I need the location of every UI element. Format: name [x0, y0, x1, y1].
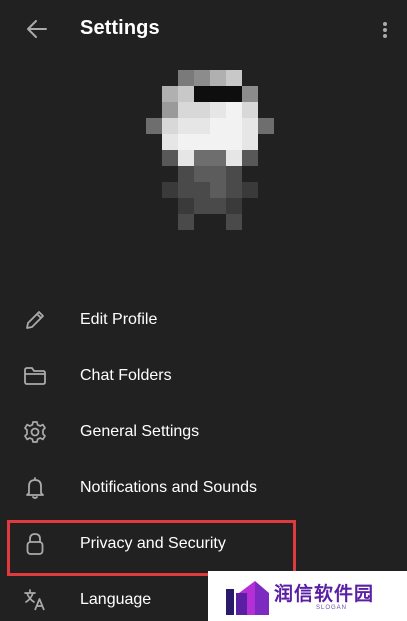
avatar-pixel	[162, 182, 178, 198]
avatar-pixel	[194, 166, 210, 182]
watermark: 润信软件园 SLOGAN	[208, 571, 407, 621]
avatar-pixel	[178, 118, 194, 134]
avatar-pixel	[178, 86, 194, 102]
avatar-pixel	[226, 86, 242, 102]
avatar-pixel	[226, 102, 242, 118]
avatar-pixel	[210, 102, 226, 118]
avatar-pixel	[226, 198, 242, 214]
menu-item-label: Chat Folders	[80, 367, 172, 384]
avatar-pixel	[210, 70, 226, 86]
more-vertical-icon	[383, 22, 387, 38]
brand-logo-icon	[226, 581, 269, 615]
avatar-pixel	[210, 134, 226, 150]
avatar-pixel	[162, 102, 178, 118]
avatar[interactable]	[146, 70, 274, 266]
avatar-pixel	[178, 134, 194, 150]
avatar-pixel	[226, 150, 242, 166]
avatar-pixel	[162, 150, 178, 166]
avatar-pixel	[226, 182, 242, 198]
avatar-pixel	[210, 118, 226, 134]
avatar-pixel	[210, 182, 226, 198]
avatar-pixel	[194, 118, 210, 134]
settings-screen: Settings Edit Profile Chat Folders Gener…	[0, 0, 407, 621]
folder-icon	[22, 364, 48, 388]
bell-icon	[22, 476, 48, 500]
menu-item-general-settings[interactable]: General Settings	[0, 404, 407, 460]
more-options-button[interactable]	[375, 17, 395, 43]
avatar-pixel	[194, 134, 210, 150]
avatar-pixel	[194, 150, 210, 166]
avatar-pixel	[226, 134, 242, 150]
avatar-pixel	[210, 150, 226, 166]
avatar-pixel	[226, 70, 242, 86]
menu-item-label: Notifications and Sounds	[80, 479, 257, 496]
menu-item-label: Edit Profile	[80, 311, 158, 328]
avatar-pixel	[178, 70, 194, 86]
gear-icon	[22, 420, 48, 444]
avatar-pixel	[210, 86, 226, 102]
back-button[interactable]	[21, 16, 53, 42]
avatar-pixel	[242, 102, 258, 118]
avatar-pixel	[194, 198, 210, 214]
menu-item-edit-profile[interactable]: Edit Profile	[0, 292, 407, 348]
avatar-pixel	[242, 86, 258, 102]
avatar-pixel	[210, 198, 226, 214]
arrow-left-icon	[27, 20, 47, 38]
avatar-pixel	[178, 198, 194, 214]
menu-item-chat-folders[interactable]: Chat Folders	[0, 348, 407, 404]
avatar-pixel	[226, 118, 242, 134]
avatar-pixel	[178, 102, 194, 118]
avatar-pixel	[226, 214, 242, 230]
pencil-icon	[22, 308, 48, 332]
avatar-pixel	[178, 166, 194, 182]
menu-item-notifications-and-sounds[interactable]: Notifications and Sounds	[0, 460, 407, 516]
avatar-pixel	[162, 134, 178, 150]
avatar-pixel	[242, 182, 258, 198]
avatar-pixel	[178, 214, 194, 230]
avatar-pixel	[242, 134, 258, 150]
menu-item-label: General Settings	[80, 423, 200, 440]
avatar-pixel	[226, 166, 242, 182]
avatar-pixel	[194, 102, 210, 118]
avatar-pixel	[210, 166, 226, 182]
avatar-pixel	[178, 150, 194, 166]
avatar-pixel	[162, 118, 178, 134]
avatar-pixel	[258, 118, 274, 134]
avatar-pixel	[162, 86, 178, 102]
translate-icon	[22, 588, 48, 612]
page-title: Settings	[80, 17, 160, 39]
avatar-pixel	[194, 70, 210, 86]
watermark-text: 润信软件园	[274, 583, 375, 605]
highlight-annotation	[7, 520, 296, 576]
avatar-pixel	[242, 150, 258, 166]
avatar-pixel	[146, 118, 162, 134]
avatar-pixel	[194, 182, 210, 198]
avatar-pixel	[178, 182, 194, 198]
avatar-pixel	[194, 86, 210, 102]
watermark-slogan: SLOGAN	[316, 605, 348, 611]
header: Settings	[0, 0, 407, 58]
avatar-pixel	[242, 118, 258, 134]
menu-item-label: Language	[80, 591, 152, 608]
